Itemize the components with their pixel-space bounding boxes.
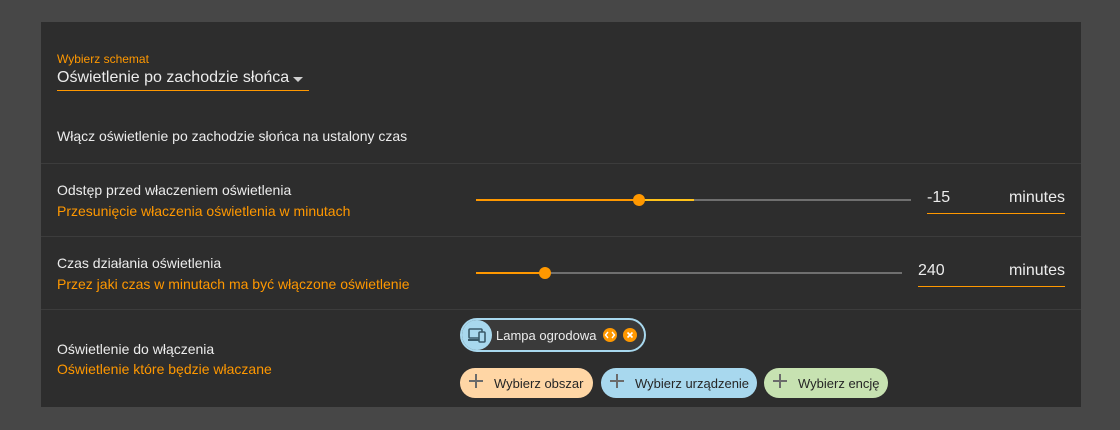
divider bbox=[41, 236, 1081, 237]
expand-icon[interactable] bbox=[603, 328, 617, 342]
schema-dropdown-label: Wybierz schemat bbox=[57, 52, 149, 66]
offset-slider-fill bbox=[476, 199, 640, 201]
offset-slider-thumb[interactable] bbox=[633, 194, 646, 206]
pick-area-button[interactable]: Wybierz obszar bbox=[460, 368, 593, 398]
duration-title: Czas działania oświetlenia bbox=[57, 255, 222, 271]
target-device-chip[interactable]: Lampa ogrodowa bbox=[460, 318, 646, 352]
offset-input[interactable]: -15 minutes bbox=[927, 187, 1065, 214]
offset-title: Odstęp przed właczeniem oświetlenia bbox=[57, 182, 292, 198]
offset-slider-highlight bbox=[639, 199, 694, 201]
offset-subtitle: Przesunięcie właczenia oświetlenia w min… bbox=[57, 203, 351, 219]
duration-unit: minutes bbox=[1008, 262, 1065, 279]
divider bbox=[41, 309, 1081, 310]
pick-area-label: Wybierz obszar bbox=[494, 376, 584, 391]
duration-value[interactable]: 240 bbox=[918, 262, 945, 280]
offset-slider[interactable] bbox=[476, 194, 911, 206]
plus-icon bbox=[610, 374, 624, 388]
schema-dropdown-value[interactable]: Oświetlenie po zachodzie słońca bbox=[57, 69, 289, 87]
pick-device-label: Wybierz urządzenie bbox=[635, 376, 750, 391]
duration-subtitle: Przez jaki czas w minutach ma być włączo… bbox=[57, 276, 410, 292]
close-icon[interactable] bbox=[623, 328, 637, 342]
chevron-down-icon[interactable] bbox=[293, 77, 303, 82]
target-device-label: Lampa ogrodowa bbox=[496, 328, 597, 343]
target-title: Oświetlenie do włączenia bbox=[57, 341, 215, 357]
blueprint-card: Wybierz schemat Oświetlenie po zachodzie… bbox=[41, 22, 1081, 407]
duration-slider-thumb[interactable] bbox=[539, 267, 552, 279]
plus-icon bbox=[469, 374, 483, 388]
blueprint-description: Włącz oświetlenie po zachodzie słońca na… bbox=[57, 128, 408, 144]
offset-unit: minutes bbox=[1008, 189, 1065, 206]
devices-icon bbox=[462, 320, 492, 350]
duration-input[interactable]: 240 minutes bbox=[918, 260, 1065, 287]
pick-device-button[interactable]: Wybierz urządzenie bbox=[601, 368, 757, 398]
plus-icon bbox=[773, 374, 787, 388]
schema-dropdown[interactable]: Wybierz schemat Oświetlenie po zachodzie… bbox=[57, 52, 309, 91]
duration-slider[interactable] bbox=[476, 267, 902, 279]
offset-value[interactable]: -15 bbox=[927, 189, 950, 207]
duration-slider-fill bbox=[476, 272, 546, 274]
target-subtitle: Oświetlenie które będzie właczane bbox=[57, 361, 272, 377]
divider bbox=[41, 163, 1081, 164]
pick-entity-label: Wybierz encję bbox=[798, 376, 880, 391]
pick-entity-button[interactable]: Wybierz encję bbox=[764, 368, 888, 398]
